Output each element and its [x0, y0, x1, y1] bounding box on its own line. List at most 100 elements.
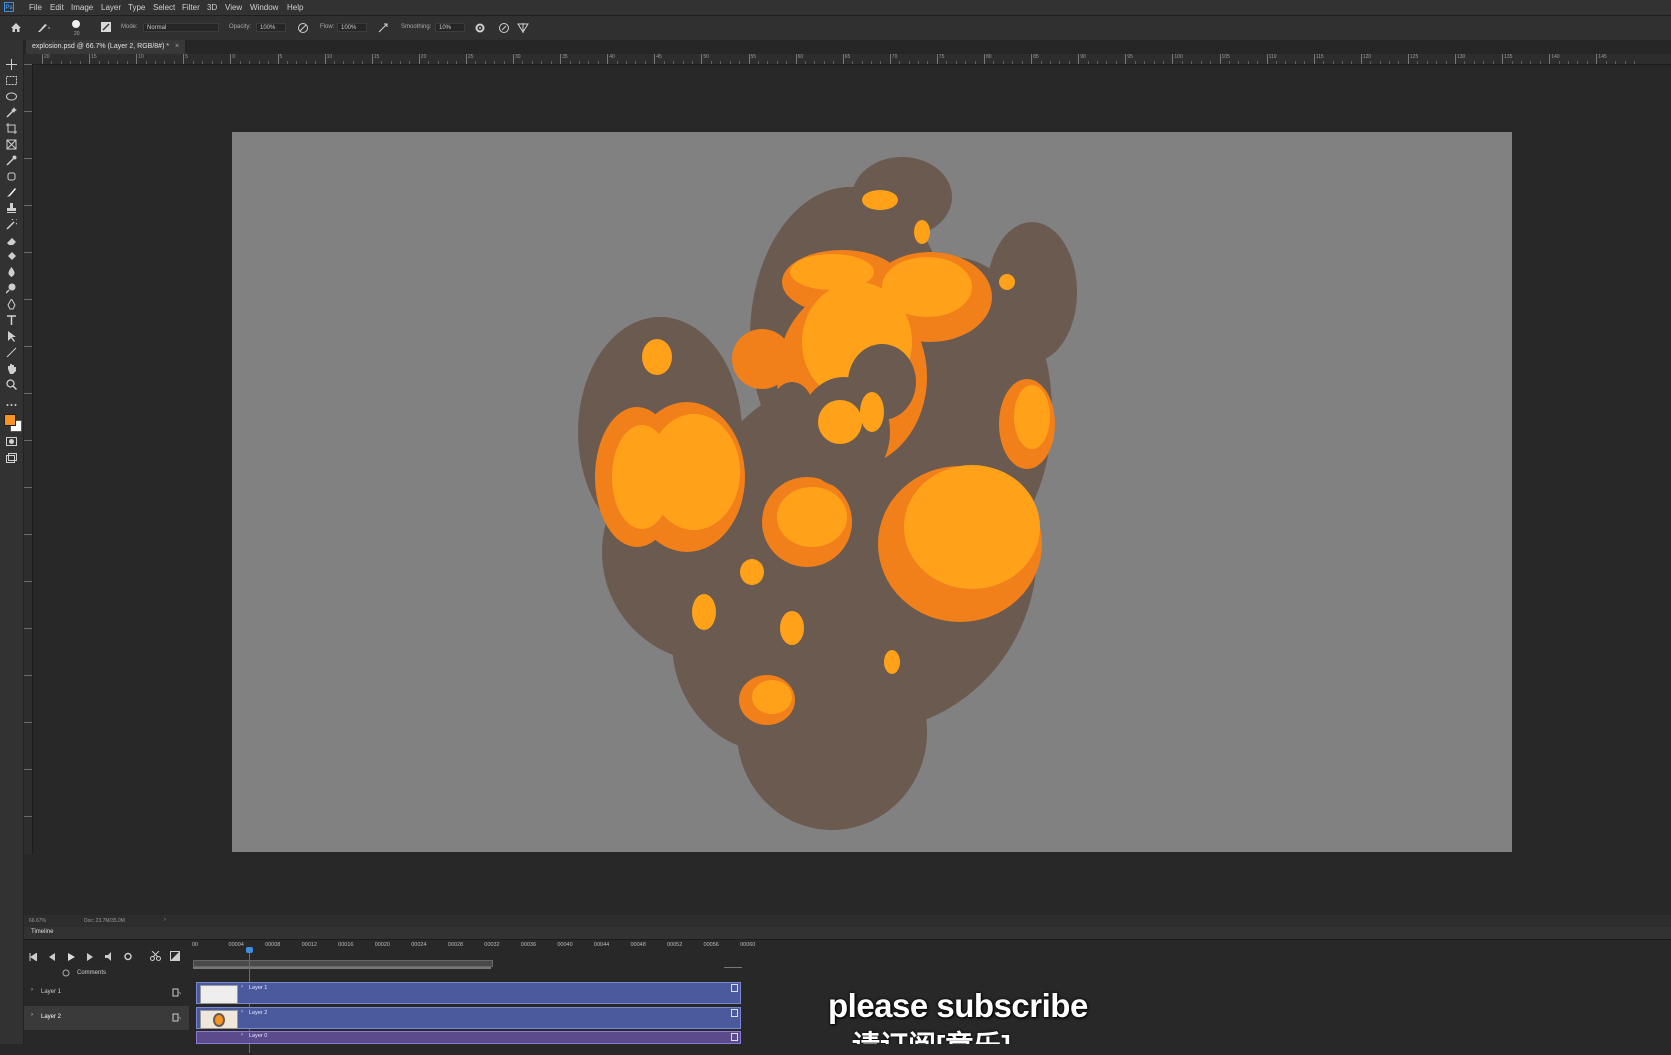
ruler-minor-tick	[192, 61, 194, 64]
paint-bucket-icon[interactable]	[4, 250, 19, 263]
ruler-minor-tick	[1615, 61, 1617, 64]
layer-row-1[interactable]: › Layer 1	[24, 981, 189, 1005]
menu-type[interactable]: Type	[128, 3, 145, 12]
line-tool-icon[interactable]	[4, 346, 19, 359]
pressure-opacity-icon[interactable]	[297, 22, 309, 34]
layer-film-icon[interactable]	[172, 1013, 181, 1022]
clone-stamp-icon[interactable]	[4, 202, 19, 215]
brush-settings-icon[interactable]	[100, 21, 112, 33]
expand-arrow-icon[interactable]: ›	[241, 984, 243, 990]
brush-preset-icon[interactable]	[36, 22, 50, 33]
menu-window[interactable]: Window	[250, 3, 278, 12]
color-swatches[interactable]	[3, 413, 22, 432]
foreground-color-swatch[interactable]	[4, 414, 16, 426]
layer-film-icon[interactable]	[172, 988, 181, 997]
expand-arrow-icon[interactable]: ›	[31, 1012, 33, 1018]
expand-arrow-icon[interactable]: ›	[31, 987, 33, 993]
layer-row-2[interactable]: › Layer 2	[24, 1006, 189, 1030]
blur-tool-icon[interactable]	[4, 266, 19, 279]
mode-select[interactable]: Normal	[143, 23, 219, 32]
expand-arrow-icon[interactable]: ›	[241, 1032, 243, 1038]
layer-1-clip[interactable]: › Layer 1	[196, 982, 741, 1004]
expand-arrow-icon[interactable]: ›	[241, 1009, 243, 1015]
eyedropper-icon[interactable]	[4, 154, 19, 167]
document-tab[interactable]: explosion.psd @ 66.7% (Layer 2, RGB/8#) …	[26, 40, 186, 54]
ruler-minor-tick	[51, 61, 53, 64]
move-tool-icon[interactable]	[4, 58, 19, 71]
lasso-tool-icon[interactable]	[4, 90, 19, 103]
brush-tool-icon[interactable]	[4, 186, 19, 199]
menu-filter[interactable]: Filter	[182, 3, 200, 12]
previous-frame-icon[interactable]	[48, 953, 56, 961]
opacity-field[interactable]: 100%	[256, 23, 286, 32]
transition-icon[interactable]	[170, 951, 180, 961]
ruler-tick	[24, 675, 32, 676]
ruler-tick	[1031, 54, 1033, 64]
photoshop-logo[interactable]: Ps	[4, 2, 14, 12]
magic-wand-icon[interactable]	[4, 106, 19, 119]
layer-0-clip[interactable]: › Layer 0	[196, 1031, 741, 1044]
menu-help[interactable]: Help	[287, 3, 303, 12]
gear-icon[interactable]	[474, 22, 486, 34]
smoothing-label: Smoothing:	[401, 24, 432, 30]
frame-ruler[interactable]: 00 00004 00008 00012 00016 00020 00024 00028 000…	[192, 941, 762, 953]
menu-bar: Ps File Edit Image Layer Type Select Fil…	[0, 0, 1671, 15]
menu-image[interactable]: Image	[71, 3, 93, 12]
flow-field[interactable]: 100%	[337, 23, 367, 32]
artboard[interactable]	[232, 132, 1512, 852]
pen-tool-icon[interactable]	[4, 298, 19, 311]
ruler-minor-tick	[1539, 61, 1541, 64]
clip-end-handle[interactable]	[731, 1009, 738, 1017]
menu-3d[interactable]: 3D	[207, 3, 217, 12]
menu-file[interactable]: File	[29, 3, 42, 12]
clip-end-handle[interactable]	[731, 1033, 738, 1041]
clip-end-handle[interactable]	[731, 984, 738, 992]
status-menu-icon[interactable]: ›	[164, 917, 166, 923]
play-icon[interactable]	[67, 953, 75, 961]
zoom-tool-icon[interactable]	[4, 378, 19, 391]
ruler-minor-tick	[220, 61, 222, 64]
more-tools-icon[interactable]	[4, 398, 19, 411]
dodge-tool-icon[interactable]	[4, 282, 19, 295]
menu-select[interactable]: Select	[153, 3, 175, 12]
ruler-minor-tick	[550, 61, 552, 64]
home-icon[interactable]	[10, 22, 22, 33]
screen-mode-icon[interactable]	[4, 451, 19, 464]
eraser-tool-icon[interactable]	[4, 234, 19, 247]
quick-mask-icon[interactable]	[4, 435, 19, 448]
crop-tool-icon[interactable]	[4, 122, 19, 135]
ruler-minor-tick	[823, 61, 825, 64]
menu-edit[interactable]: Edit	[50, 3, 64, 12]
clip-label: Layer 0	[249, 1033, 268, 1039]
audio-icon[interactable]	[105, 952, 115, 961]
ruler-tick	[748, 54, 750, 64]
path-selection-icon[interactable]	[4, 330, 19, 343]
history-brush-icon[interactable]	[4, 218, 19, 231]
symmetry-icon[interactable]	[517, 22, 529, 34]
ruler-label: 105	[1221, 54, 1230, 60]
split-scissors-icon[interactable]	[150, 951, 161, 961]
timeline-settings-icon[interactable]	[124, 952, 134, 961]
type-tool-icon[interactable]	[4, 314, 19, 327]
ruler-minor-tick	[833, 61, 835, 64]
menu-layer[interactable]: Layer	[101, 3, 121, 12]
work-area-bar[interactable]	[193, 960, 493, 967]
ruler-minor-tick	[305, 61, 307, 64]
healing-brush-icon[interactable]	[4, 170, 19, 183]
first-frame-icon[interactable]	[29, 953, 37, 961]
zoom-level[interactable]: 66.67%	[29, 918, 46, 924]
airbrush-icon[interactable]	[377, 22, 390, 34]
ruler-label: 145	[1598, 54, 1607, 60]
pressure-size-icon[interactable]	[498, 22, 510, 34]
menu-view[interactable]: View	[225, 3, 242, 12]
brush-size-picker[interactable]	[70, 19, 82, 31]
close-tab-icon[interactable]: ×	[175, 43, 179, 50]
frame-tool-icon[interactable]	[4, 138, 19, 151]
marquee-tool-icon[interactable]	[4, 74, 19, 87]
layer-2-clip[interactable]: › Layer 2	[196, 1007, 741, 1029]
hand-tool-icon[interactable]	[4, 362, 19, 375]
ruler-tick	[1266, 54, 1268, 64]
next-frame-icon[interactable]	[86, 953, 94, 961]
smoothing-field[interactable]: 10%	[435, 23, 465, 32]
ruler-minor-tick	[739, 61, 741, 64]
